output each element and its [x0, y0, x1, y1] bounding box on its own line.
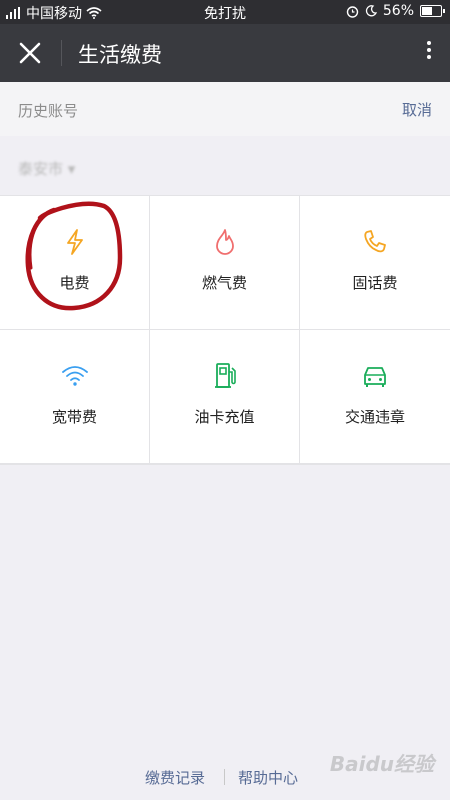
footer-divider [224, 769, 225, 785]
service-broadband[interactable]: 宽带费 [0, 330, 149, 463]
battery-icon [420, 5, 445, 17]
more-button[interactable] [424, 38, 434, 68]
service-fuel-card[interactable]: 油卡充值 [150, 330, 299, 463]
service-landline[interactable]: 固话费 [300, 196, 450, 329]
payment-record-link[interactable]: 缴费记录 [145, 767, 205, 788]
service-label: 燃气费 [201, 274, 247, 292]
lightning-icon [66, 229, 83, 255]
moon-icon [365, 5, 377, 17]
flame-icon [215, 229, 234, 255]
battery-fill [422, 7, 432, 15]
service-electricity[interactable]: 电费 [0, 196, 149, 329]
status-right: 56% [346, 3, 445, 19]
history-account-row: 历史账号 取消 [0, 82, 450, 136]
location-label: 泰安市 ▾ [18, 160, 76, 178]
more-vertical-icon [424, 41, 434, 59]
history-account-label: 历史账号 [18, 102, 79, 120]
help-center-link[interactable]: 帮助中心 [238, 767, 298, 788]
car-icon [364, 367, 386, 387]
alarm-icon [346, 5, 359, 18]
cancel-button[interactable]: 取消 [402, 99, 432, 120]
location-selector[interactable]: 泰安市 ▾ [0, 146, 450, 192]
page-title: 生活缴费 [78, 43, 162, 67]
close-icon [19, 42, 41, 64]
service-gas[interactable]: 燃气费 [150, 196, 299, 329]
wifi-icon [61, 366, 88, 386]
status-bar: 中国移动 免打扰 56% [0, 0, 450, 24]
phone-icon [364, 230, 386, 253]
title-divider [61, 40, 62, 66]
service-label: 固话费 [352, 274, 398, 292]
service-label: 油卡充值 [194, 408, 255, 426]
service-label: 交通违章 [344, 408, 405, 426]
fuel-pump-icon [214, 363, 236, 388]
service-traffic-violation[interactable]: 交通违章 [300, 330, 450, 463]
service-grid: 电费 燃气费 固话费 宽带费 油卡充值 交通违章 [0, 195, 450, 465]
service-label: 宽带费 [51, 408, 97, 426]
service-label: 电费 [59, 274, 90, 292]
battery-percent: 56% [382, 3, 414, 19]
watermark: Baidu经验 [329, 752, 434, 776]
close-button[interactable] [14, 37, 46, 69]
title-bar: 生活缴费 [0, 24, 450, 82]
